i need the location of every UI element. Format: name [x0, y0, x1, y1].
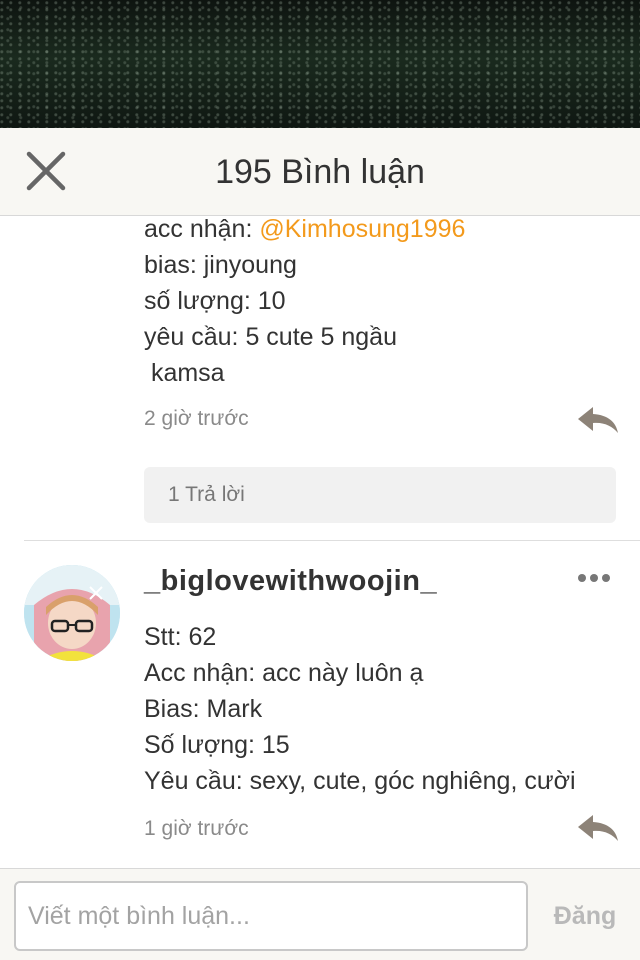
page-title: 195 Bình luận — [215, 153, 425, 191]
comment-line: Stt: 62 — [144, 623, 217, 651]
avatar[interactable] — [24, 565, 120, 661]
comment-username[interactable]: _biglovewithwoojin_ — [144, 565, 437, 598]
reply-icon — [578, 815, 618, 841]
comment-line: Bias: Mark — [144, 695, 263, 723]
comment-line: acc nhận: @Kimhosung1996 — [144, 217, 465, 247]
comment-timestamp: 2 giờ trước — [144, 407, 249, 430]
comment-line: bias: jinyoung — [144, 251, 297, 279]
comment-input[interactable] — [14, 881, 528, 951]
reply-icon — [578, 407, 618, 433]
comment-line: Yêu cầu: sexy, cute, góc nghiêng, cười — [144, 767, 576, 795]
more-icon — [602, 574, 610, 582]
comment-line: yêu cầu: 5 cute 5 ngầu — [144, 323, 397, 351]
more-icon — [590, 574, 598, 582]
post-button[interactable]: Đăng — [540, 881, 630, 951]
comment-text: acc nhận: — [144, 217, 260, 243]
more-options-button[interactable] — [578, 569, 618, 585]
reply-button[interactable] — [576, 405, 620, 435]
comment-line: số lượng: 10 — [144, 287, 286, 315]
user-mention-link[interactable]: @Kimhosung1996 — [259, 217, 465, 243]
concert-background-image — [0, 0, 640, 128]
comment-timestamp: 1 giờ trước — [144, 817, 249, 840]
comment-line: kamsa — [144, 359, 225, 387]
comments-list[interactable]: acc nhận: @Kimhosung1996 bias: jinyoung … — [0, 217, 640, 868]
comment-composer: Đăng — [0, 868, 640, 960]
view-replies-button[interactable]: 1 Trả lời — [144, 467, 616, 523]
comment-body: acc nhận: @Kimhosung1996 bias: jinyoung … — [144, 217, 465, 391]
more-icon — [578, 574, 586, 582]
comment-line: Acc nhận: acc này luôn ạ — [144, 659, 424, 687]
comment-line: Số lượng: 15 — [144, 731, 290, 759]
avatar-photo — [24, 565, 120, 661]
comment-body: Stt: 62 Acc nhận: acc này luôn ạ Bias: M… — [144, 619, 576, 799]
comments-header: 195 Bình luận — [0, 128, 640, 216]
comment-item: acc nhận: @Kimhosung1996 bias: jinyoung … — [0, 217, 640, 540]
reply-button[interactable] — [576, 813, 620, 843]
